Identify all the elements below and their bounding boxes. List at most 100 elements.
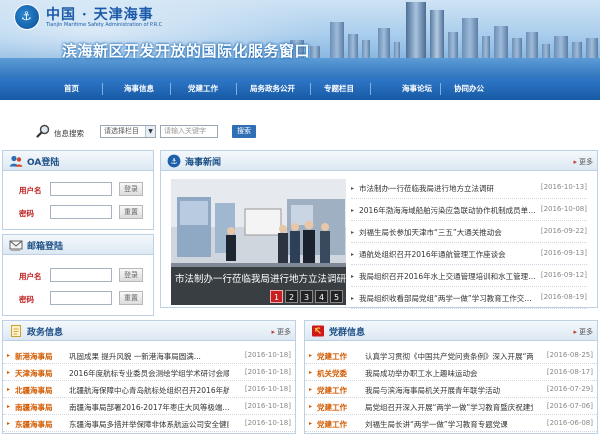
oa-password-input[interactable] bbox=[50, 205, 112, 219]
news-list-item[interactable]: ▸ 我局组织收看部局党组“两学一做”学习教育工作交流推... [2016-08-… bbox=[351, 287, 587, 309]
party-info-item[interactable]: ▸ 机关党委 我局成功举办职工水上趣味运动会 [2016-08-17] bbox=[305, 364, 597, 381]
gov-info-more-link[interactable]: 更多 bbox=[271, 327, 291, 337]
news-item-title[interactable]: 我局组织召开2016年水上交通管理培训和水工管理技能比... bbox=[359, 271, 539, 282]
nav-item-maritime-info[interactable]: 海事信息 bbox=[124, 78, 154, 100]
party-info-item-title[interactable]: 局党组召开深入开展“两学一做”学习教育暨庆祝建党... bbox=[365, 402, 533, 413]
maritime-news-more-link[interactable]: 更多 bbox=[573, 157, 593, 167]
news-slideshow[interactable]: 市法制办一行莅临我局进行地方立法调研 1 2 3 4 5 bbox=[171, 179, 346, 305]
party-info-tag[interactable]: 党建工作 bbox=[317, 419, 347, 430]
category-select[interactable]: 请选择栏目 ▼ bbox=[100, 125, 156, 138]
news-item-date: [2016-09-22] bbox=[540, 227, 587, 235]
party-info-tag[interactable]: 机关党委 bbox=[317, 368, 347, 379]
mail-reset-button[interactable]: 重置 bbox=[119, 291, 143, 305]
nav-item-gov-affairs[interactable]: 局务政务公开 bbox=[250, 78, 295, 100]
gov-info-item[interactable]: ▸ 新港海事局 巩固成果 提升风貌 一新港海事局圆满... [2016-10-1… bbox=[3, 347, 295, 364]
party-info-tag[interactable]: 党建工作 bbox=[317, 351, 347, 362]
party-info-item-date: [2016-07-06] bbox=[546, 402, 593, 410]
party-info-item-title[interactable]: 我局成功举办职工水上趣味运动会 bbox=[365, 368, 533, 379]
news-list-item[interactable]: ▸ 通航处组织召开2016年通航管理工作座谈会 [2016-09-13] bbox=[351, 243, 587, 265]
gov-info-tag[interactable]: 天津海事局 bbox=[15, 368, 53, 379]
bullet-icon: ▸ bbox=[7, 420, 11, 427]
slide-pager-3[interactable]: 3 bbox=[300, 290, 313, 303]
nav-item-forum[interactable]: 海事论坛 bbox=[402, 78, 432, 100]
party-info-tag[interactable]: 党建工作 bbox=[317, 385, 347, 396]
mail-password-input[interactable] bbox=[50, 291, 112, 305]
maritime-news-header: ⚓ 海事新闻 更多 bbox=[161, 151, 597, 171]
oa-password-label: 密码 bbox=[19, 209, 34, 218]
nav-item-collab-office[interactable]: 协同办公 bbox=[454, 78, 484, 100]
party-info-item-title[interactable]: 我局与滨海海事局机关开展青年联学活动 bbox=[365, 385, 533, 396]
nav-item-home[interactable]: 首页 bbox=[64, 78, 79, 100]
news-list-item[interactable]: ▸ 市法制办一行莅临我局进行地方立法调研 [2016-10-13] bbox=[351, 177, 587, 199]
search-button[interactable]: 搜索 bbox=[232, 125, 256, 138]
party-info-item[interactable]: ▸ 党建工作 刘福生局长讲“两学一做”学习教育专题党课 [2016-06-08] bbox=[305, 415, 597, 432]
maritime-news-title: 海事新闻 bbox=[185, 158, 222, 168]
mail-icon bbox=[9, 240, 23, 251]
oa-username-input[interactable] bbox=[50, 182, 112, 196]
oa-login-button[interactable]: 登录 bbox=[119, 182, 143, 196]
gov-info-item[interactable]: ▸ 天津海事局 2016年度航标专业委员会测绘学组学术研讨会顺利... [201… bbox=[3, 364, 295, 381]
gov-info-item-date: [2016-10-18] bbox=[244, 368, 291, 376]
mail-login-title: 邮箱登陆 bbox=[27, 242, 64, 252]
gov-info-item[interactable]: ▸ 南疆海事局 南疆海事局部署2016-2017年枣庄大风等极端... [201… bbox=[3, 398, 295, 415]
news-item-title[interactable]: 我局组织收看部局党组“两学一做”学习教育工作交流推... bbox=[359, 293, 539, 304]
gov-info-item-title[interactable]: 北疆航海保障中心青岛航标处组织召开2016年航标... bbox=[69, 385, 229, 396]
news-item-date: [2016-08-19] bbox=[540, 293, 587, 301]
search-bar: 信息搜索 请选择栏目 ▼ 请输入关键字 搜索 bbox=[0, 100, 600, 148]
gov-info-item-title[interactable]: 巩固成果 提升风貌 一新港海事局圆满... bbox=[69, 351, 229, 362]
slide-pager-2[interactable]: 2 bbox=[285, 290, 298, 303]
slide-pager-5[interactable]: 5 bbox=[330, 290, 343, 303]
gov-info-item[interactable]: ▸ 北疆海事局 北疆航海保障中心青岛航标处组织召开2016年航标... [201… bbox=[3, 381, 295, 398]
gov-info-item-date: [2016-10-18] bbox=[244, 351, 291, 359]
bullet-icon: ▸ bbox=[351, 229, 355, 236]
party-info-item-title[interactable]: 刘福生局长讲“两学一做”学习教育专题党课 bbox=[365, 419, 533, 430]
oa-username-label: 用户名 bbox=[19, 186, 42, 195]
bullet-icon: ▸ bbox=[7, 386, 11, 393]
slide-pager-4[interactable]: 4 bbox=[315, 290, 328, 303]
document-icon bbox=[11, 325, 21, 337]
party-info-item[interactable]: ▸ 党建工作 局党组召开深入开展“两学一做”学习教育暨庆祝建党... [2016… bbox=[305, 398, 597, 415]
keyword-input[interactable]: 请输入关键字 bbox=[160, 125, 218, 138]
gov-info-tag[interactable]: 南疆海事局 bbox=[15, 402, 53, 413]
slide-caption[interactable]: 市法制办一行莅临我局进行地方立法调研 bbox=[175, 271, 346, 285]
party-emblem-icon bbox=[312, 325, 324, 337]
gov-info-item-title[interactable]: 2016年度航标专业委员会测绘学组学术研讨会顺利... bbox=[69, 368, 229, 379]
msa-logo-icon[interactable] bbox=[14, 4, 40, 30]
party-info-item[interactable]: ▸ 党建工作 我局与滨海海事局机关开展青年联学活动 [2016-07-29] bbox=[305, 381, 597, 398]
oa-reset-button[interactable]: 重置 bbox=[119, 205, 143, 219]
gov-info-item[interactable]: ▸ 东疆海事局 东疆海事局多措并举保障非体系航运公司安全健康发展 [2016-1… bbox=[3, 415, 295, 432]
nav-divider bbox=[102, 83, 103, 95]
bullet-icon: ▸ bbox=[7, 369, 11, 376]
news-list-item[interactable]: ▸ 2016年渤海海域船舶污染应急联动协作机制成员单位... [2016-10-… bbox=[351, 199, 587, 221]
gov-info-tag[interactable]: 新港海事局 bbox=[15, 351, 53, 362]
banner-slogan: 滨海新区开发开放的国际化服务窗口 bbox=[62, 42, 311, 60]
news-item-title[interactable]: 通航处组织召开2016年通航管理工作座谈会 bbox=[359, 249, 539, 260]
bullet-icon: ▸ bbox=[351, 295, 355, 302]
party-info-item[interactable]: ▸ 党建工作 认真学习贯彻《中国共产党问责条例》深入开展“两学... [2016… bbox=[305, 347, 597, 364]
party-info-item-date: [2016-08-17] bbox=[546, 368, 593, 376]
news-item-title[interactable]: 2016年渤海海域船舶污染应急联动协作机制成员单位... bbox=[359, 205, 539, 216]
slide-pager-1[interactable]: 1 bbox=[270, 290, 283, 303]
mail-login-button[interactable]: 登录 bbox=[119, 268, 143, 282]
bullet-icon: ▸ bbox=[351, 207, 355, 214]
gov-info-tag[interactable]: 北疆海事局 bbox=[15, 385, 53, 396]
bullet-icon: ▸ bbox=[351, 251, 355, 258]
gov-info-tag[interactable]: 东疆海事局 bbox=[15, 419, 53, 430]
svg-text:⚓: ⚓ bbox=[170, 157, 177, 166]
nav-divider bbox=[170, 83, 171, 95]
party-info-tag[interactable]: 党建工作 bbox=[317, 402, 347, 413]
party-info-item-title[interactable]: 认真学习贯彻《中国共产党问责条例》深入开展“两学... bbox=[365, 351, 533, 362]
news-list-item[interactable]: ▸ 我局组织召开2016年水上交通管理培训和水工管理技能比... [2016-0… bbox=[351, 265, 587, 287]
nav-item-special-topics[interactable]: 专题栏目 bbox=[324, 78, 354, 100]
news-item-title[interactable]: 刘福生局长参加天津市“三五”大通关推动会 bbox=[359, 227, 539, 238]
news-list-item[interactable]: ▸ 刘福生局长参加天津市“三五”大通关推动会 [2016-09-22] bbox=[351, 221, 587, 243]
header-banner: 中国 · 天津海事 Tianjin Maritime Safety Admini… bbox=[0, 0, 600, 78]
gov-info-item-title[interactable]: 南疆海事局部署2016-2017年枣庄大风等极端... bbox=[69, 402, 229, 413]
party-info-more-link[interactable]: 更多 bbox=[573, 327, 593, 337]
news-item-title[interactable]: 市法制办一行莅临我局进行地方立法调研 bbox=[359, 183, 539, 194]
nav-item-party-work[interactable]: 党建工作 bbox=[188, 78, 218, 100]
news-item-date: [2016-09-13] bbox=[540, 249, 587, 257]
gov-info-item-title[interactable]: 东疆海事局多措并举保障非体系航运公司安全健康发展 bbox=[69, 419, 229, 430]
mail-username-input[interactable] bbox=[50, 268, 112, 282]
anchor-emblem-icon: ⚓ bbox=[167, 154, 181, 168]
